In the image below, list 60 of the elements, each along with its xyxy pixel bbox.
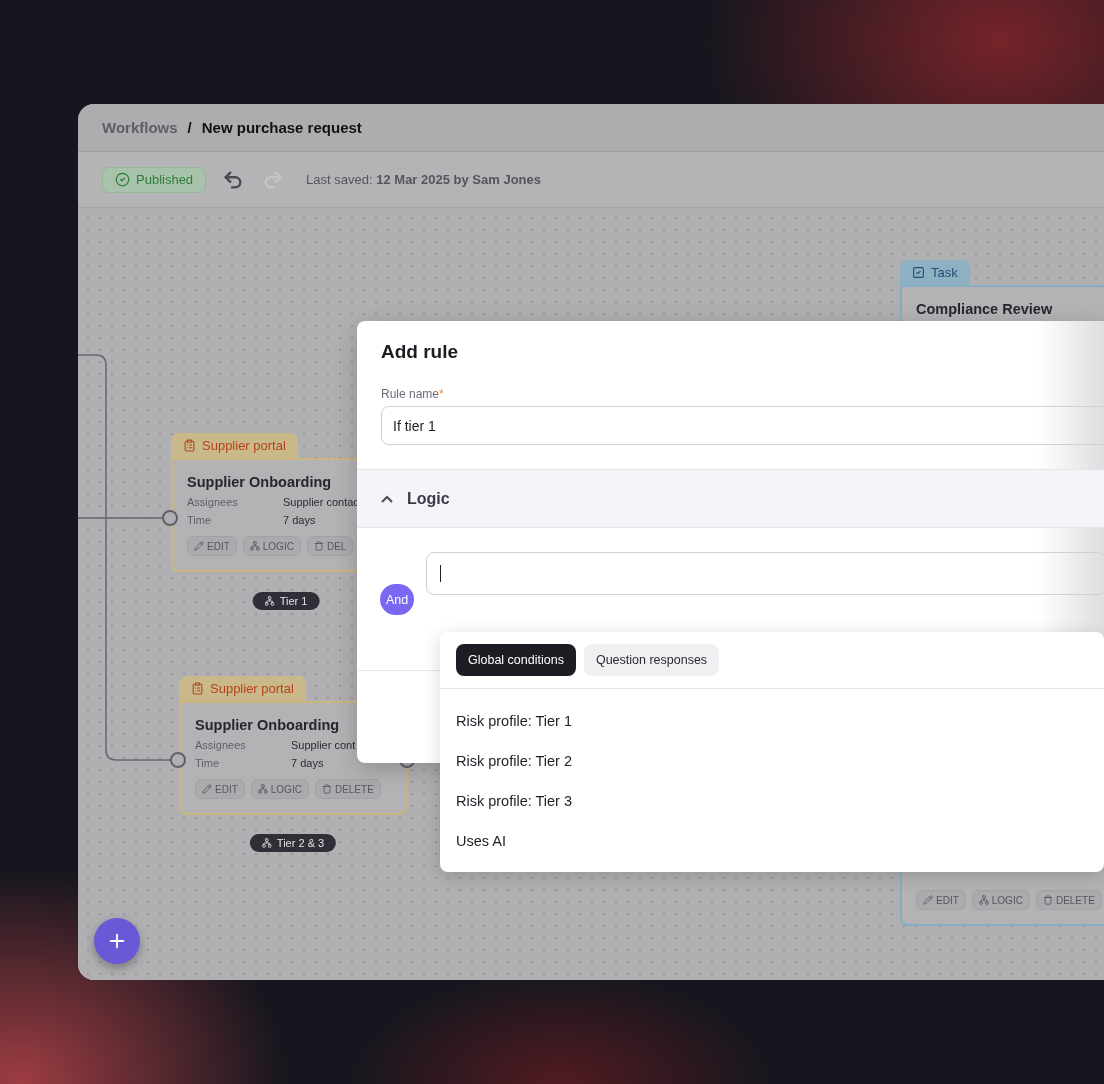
field-value: Supplier contac xyxy=(283,496,360,508)
node-action-button[interactable]: LOGIC xyxy=(250,779,309,799)
dropdown-tab[interactable]: Global conditions xyxy=(456,644,576,676)
dropdown-option[interactable]: Risk profile: Tier 2 xyxy=(456,741,1088,781)
status-badge: Published xyxy=(102,166,207,193)
trash-icon xyxy=(1042,895,1053,905)
node-tag: Supplier portal xyxy=(171,433,298,458)
fork-icon xyxy=(249,541,260,551)
field-label: Assignees xyxy=(195,739,247,751)
node-title: Compliance Review xyxy=(916,301,1054,317)
field-label: Rule name* xyxy=(381,387,445,401)
clipboard-icon xyxy=(183,439,196,452)
trash-icon xyxy=(313,541,324,551)
fork-icon xyxy=(261,838,272,848)
add-button[interactable] xyxy=(94,918,140,964)
check-circle-icon xyxy=(115,172,130,187)
trash-icon xyxy=(321,784,332,794)
connector-port[interactable] xyxy=(162,510,178,526)
breadcrumb-link[interactable]: Workflows xyxy=(102,119,178,136)
node-action-button[interactable]: LOGIC xyxy=(971,890,1030,910)
text-cursor xyxy=(440,565,442,582)
logic-section-header[interactable]: Logic xyxy=(357,469,1104,528)
field-value: 7 days xyxy=(283,514,317,526)
pencil-icon xyxy=(923,895,933,905)
pencil-icon xyxy=(194,541,204,551)
field-label: Time xyxy=(195,757,221,769)
node-action-button[interactable]: DEL xyxy=(306,536,354,556)
fork-icon xyxy=(264,596,275,606)
node-title: Supplier Onboarding xyxy=(195,717,341,733)
last-saved-text: Last saved: 12 Mar 2025 by Sam Jones xyxy=(306,172,541,187)
pencil-icon xyxy=(202,784,212,794)
field-label: Assignees xyxy=(187,496,239,508)
breadcrumb-current: New purchase request xyxy=(201,119,362,136)
dropdown-option[interactable]: Uses AI xyxy=(456,821,1088,861)
node-tag: Supplier portal xyxy=(179,676,306,701)
checkbox-icon xyxy=(912,266,925,279)
node-action-button[interactable]: EDIT xyxy=(187,536,237,556)
breadcrumb-separator: / xyxy=(187,119,192,136)
connector-port[interactable] xyxy=(170,752,186,768)
field-value: 7 days xyxy=(291,757,325,769)
dialog-title: Add rule xyxy=(380,340,460,363)
field-value: Supplier cont xyxy=(291,739,357,751)
field-label: Time xyxy=(187,514,213,526)
branch-label: Tier 1 xyxy=(252,592,320,610)
node-tag: Task xyxy=(900,260,970,285)
clipboard-icon xyxy=(191,682,204,695)
dropdown-option[interactable]: Risk profile: Tier 1 xyxy=(456,701,1088,741)
operator-toggle[interactable]: And xyxy=(380,584,415,615)
branch-label: Tier 2 & 3 xyxy=(249,834,337,852)
fork-icon xyxy=(257,784,268,794)
node-action-button[interactable]: LOGIC xyxy=(242,536,301,556)
node-action-button[interactable]: DELETE xyxy=(314,779,381,799)
dropdown-option[interactable]: Risk profile: Tier 3 xyxy=(456,781,1088,821)
dropdown-tab[interactable]: Question responses xyxy=(583,644,720,676)
rule-name-input[interactable]: If tier 1 xyxy=(381,406,1104,445)
fork-icon xyxy=(978,895,989,905)
node-title: Supplier Onboarding xyxy=(187,474,333,490)
node-action-button[interactable]: EDIT xyxy=(195,779,245,799)
node-action-button[interactable]: EDIT xyxy=(916,890,966,910)
node-action-button[interactable]: DELETE xyxy=(1035,890,1102,910)
